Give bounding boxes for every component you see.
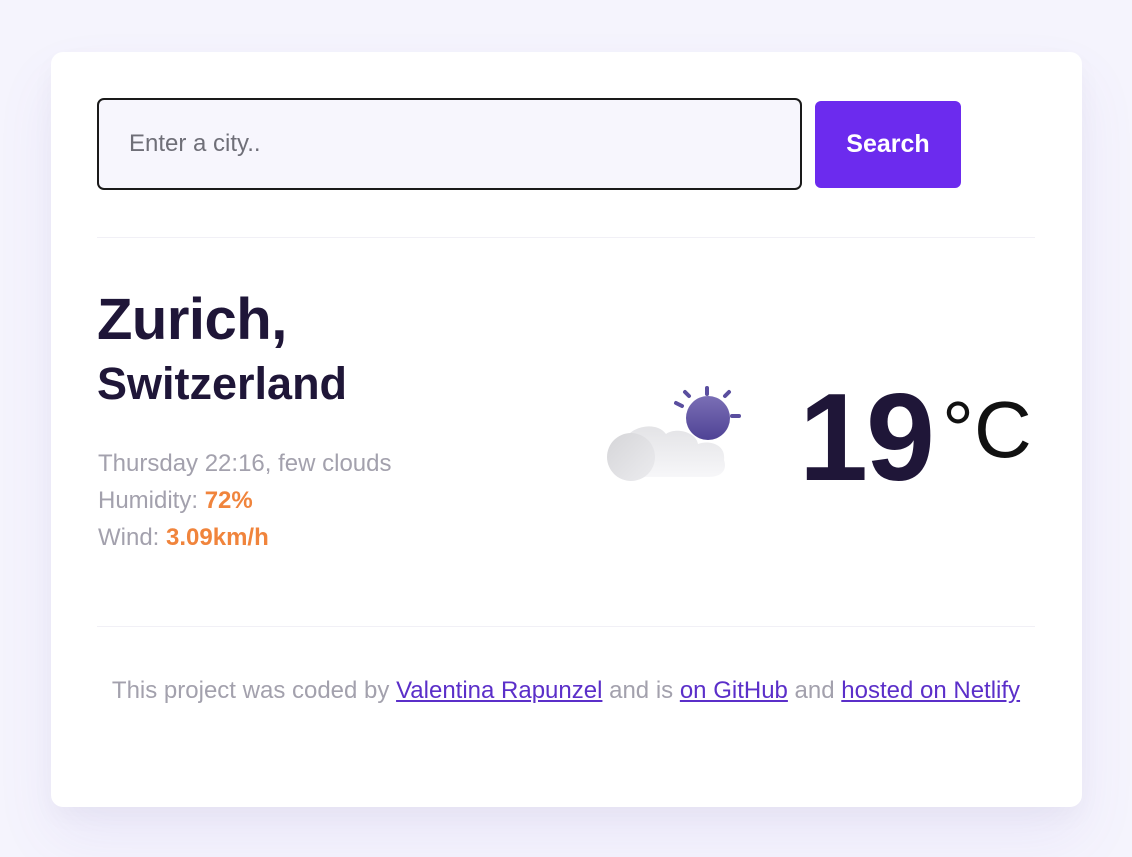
temperature-value: 19 — [799, 369, 935, 507]
date-description: Thursday 22:16, few clouds — [98, 450, 392, 477]
top-divider — [97, 237, 1035, 238]
humidity-label: Humidity: — [98, 487, 205, 514]
wind-label: Wind: — [98, 524, 167, 551]
footer-and: and — [787, 677, 842, 704]
footer-prefix: This project was coded by — [111, 677, 397, 704]
author-link[interactable]: Valentina Rapunzel — [396, 677, 602, 704]
footer-credits: This project was coded by Valentina Rapu… — [97, 676, 1035, 706]
netlify-link[interactable]: hosted on Netlify — [841, 677, 1020, 704]
temperature-display: 19 °C — [799, 368, 1032, 508]
temperature-unit: °C — [942, 385, 1032, 474]
wind-row: Wind: 3.09km/h — [98, 519, 392, 556]
humidity-value: 72% — [204, 487, 253, 514]
location-heading: Zurich, Switzerland — [97, 288, 347, 416]
wind-value: 3.09km/h — [166, 524, 269, 551]
bottom-divider — [97, 626, 1035, 627]
country-name: Switzerland — [97, 358, 348, 409]
weather-details: Thursday 22:16, few clouds Humidity: 72%… — [98, 445, 392, 556]
weather-app-card: Search Zurich, Switzerland Thursday 22:1… — [51, 52, 1082, 807]
search-form: Search — [97, 98, 963, 190]
github-link[interactable]: on GitHub — [680, 677, 788, 704]
partly-cloudy-icon — [604, 382, 754, 487]
search-button[interactable]: Search — [815, 101, 961, 188]
humidity-row: Humidity: 72% — [98, 482, 392, 519]
city-name: Zurich, — [97, 287, 287, 352]
city-search-input[interactable] — [97, 98, 802, 190]
footer-middle: and is — [602, 677, 680, 704]
